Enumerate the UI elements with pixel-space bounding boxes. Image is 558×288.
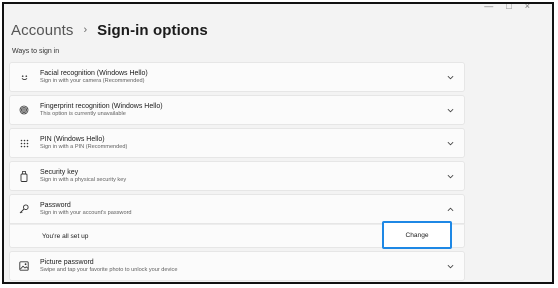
page-title: Sign-in options	[97, 22, 208, 39]
breadcrumb-accounts[interactable]: Accounts	[11, 22, 74, 39]
option-subtitle: Sign in with your account's password	[40, 210, 132, 216]
breadcrumb-separator: ›	[83, 23, 88, 36]
option-title: Facial recognition (Windows Hello)	[40, 70, 148, 77]
option-pin[interactable]: PIN (Windows Hello) Sign in with a PIN (…	[9, 128, 465, 158]
fingerprint-icon	[10, 105, 38, 115]
option-subtitle: Sign in with a PIN (Recommended)	[40, 144, 128, 150]
settings-window: — □ × Accounts › Sign-in options Ways to…	[2, 2, 554, 284]
option-title: Picture password	[40, 259, 94, 266]
key-icon	[10, 204, 38, 214]
smile-icon	[10, 73, 38, 82]
option-security-key[interactable]: Security key Sign in with a physical sec…	[9, 161, 465, 191]
chevron-up-icon[interactable]	[445, 204, 455, 214]
usb-key-icon	[10, 170, 38, 182]
option-subtitle: This option is currently unavailable	[40, 111, 126, 117]
option-subtitle: Sign in with your camera (Recommended)	[40, 78, 145, 84]
window-controls: — □ ×	[484, 4, 530, 11]
section-heading: Ways to sign in	[12, 48, 60, 55]
chevron-down-icon[interactable]	[445, 72, 455, 82]
picture-icon	[10, 261, 38, 271]
option-facial-recognition[interactable]: Facial recognition (Windows Hello) Sign …	[9, 62, 465, 92]
minimize-button[interactable]: —	[484, 4, 493, 11]
maximize-button[interactable]: □	[506, 4, 511, 11]
option-title: PIN (Windows Hello)	[40, 136, 105, 143]
password-group: Password Sign in with your account's pas…	[9, 194, 465, 249]
option-fingerprint-recognition[interactable]: Fingerprint recognition (Windows Hello) …	[9, 95, 465, 125]
close-button[interactable]: ×	[525, 4, 530, 11]
breadcrumb: Accounts › Sign-in options	[11, 22, 208, 39]
option-subtitle: Sign in with a physical security key	[40, 177, 127, 183]
keypad-icon	[10, 139, 38, 148]
chevron-down-icon[interactable]	[445, 105, 455, 115]
chevron-down-icon[interactable]	[445, 138, 455, 148]
option-title: Security key	[40, 169, 79, 176]
option-password[interactable]: Password Sign in with your account's pas…	[9, 194, 465, 224]
option-title: Password	[40, 202, 71, 209]
change-password-button[interactable]: Change	[382, 221, 452, 249]
chevron-down-icon[interactable]	[445, 261, 455, 271]
option-picture-password[interactable]: Picture password Swipe and tap your favo…	[9, 251, 465, 281]
sign-in-options-list: Facial recognition (Windows Hello) Sign …	[9, 62, 465, 282]
chevron-down-icon[interactable]	[445, 171, 455, 181]
password-panel: You're all set up Change	[9, 221, 465, 249]
password-status: You're all set up	[42, 232, 89, 240]
option-title: Fingerprint recognition (Windows Hello)	[40, 103, 163, 110]
option-subtitle: Swipe and tap your favorite photo to unl…	[40, 267, 178, 273]
